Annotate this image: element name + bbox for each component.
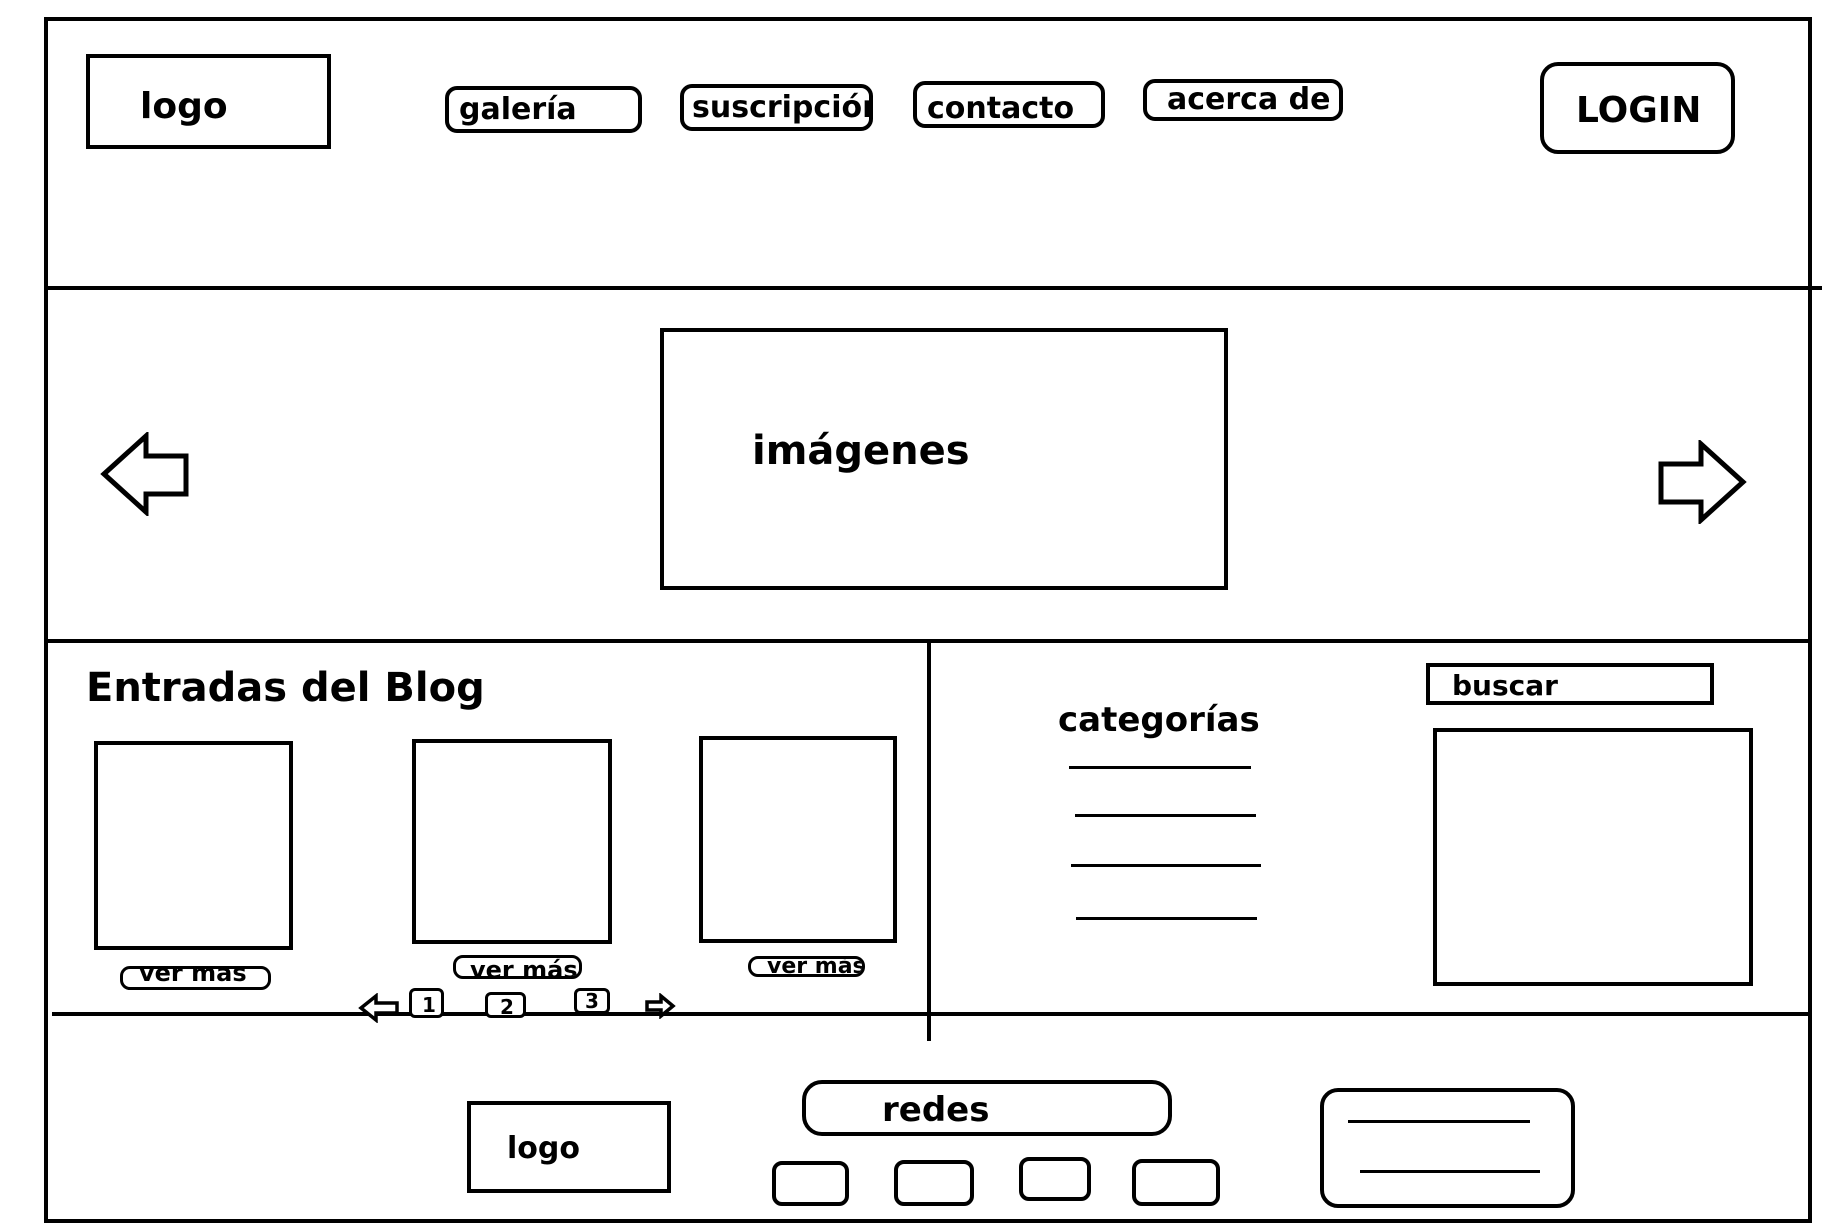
carousel-prev-button[interactable] bbox=[100, 430, 192, 518]
blog-card-1-more-button[interactable]: ver más bbox=[120, 966, 271, 990]
blog-card-2-more-label: ver más bbox=[470, 956, 578, 979]
login-label: LOGIN bbox=[1576, 90, 1702, 131]
header-logo[interactable]: logo bbox=[86, 54, 331, 149]
search-results-box bbox=[1433, 728, 1753, 986]
social-link-1[interactable] bbox=[772, 1161, 849, 1206]
category-item-4[interactable] bbox=[1076, 917, 1257, 920]
search-input-label: buscar bbox=[1452, 669, 1558, 702]
pagination-prev-button[interactable] bbox=[358, 992, 400, 1024]
nav-suscripcion-label: suscripción bbox=[692, 90, 873, 125]
search-input[interactable]: buscar bbox=[1426, 663, 1714, 705]
nav-galeria-label: galería bbox=[459, 92, 577, 127]
footer-info-line-1 bbox=[1348, 1120, 1530, 1123]
carousel-image-label: imágenes bbox=[752, 428, 970, 474]
pagination-page-1[interactable]: 1 bbox=[409, 988, 444, 1018]
pagination-page-1-label: 1 bbox=[422, 993, 436, 1017]
login-button[interactable]: LOGIN bbox=[1540, 62, 1735, 154]
pagination-page-3-label: 3 bbox=[585, 989, 599, 1013]
right-arrow-icon bbox=[645, 992, 676, 1020]
carousel-image: imágenes bbox=[660, 328, 1228, 590]
categories-title: categorías bbox=[1058, 700, 1260, 740]
social-link-3[interactable] bbox=[1019, 1157, 1091, 1201]
pagination-page-3[interactable]: 3 bbox=[574, 988, 610, 1014]
footer-info-box bbox=[1320, 1088, 1575, 1208]
left-arrow-icon bbox=[358, 992, 399, 1024]
nav-acerca-button[interactable]: acerca de bbox=[1143, 79, 1343, 121]
blog-card-1[interactable] bbox=[94, 741, 293, 950]
blog-card-3-more-button[interactable]: ver más bbox=[748, 956, 865, 977]
nav-contacto-label: contacto bbox=[927, 91, 1075, 126]
category-item-2[interactable] bbox=[1075, 814, 1256, 817]
footer-logo[interactable]: logo bbox=[467, 1101, 671, 1193]
blog-title: Entradas del Blog bbox=[86, 665, 485, 711]
header-logo-label: logo bbox=[140, 86, 228, 127]
social-link-4[interactable] bbox=[1132, 1159, 1220, 1206]
content-column-divider bbox=[927, 641, 931, 1041]
footer-divider bbox=[52, 1012, 1812, 1016]
social-heading-box: redes bbox=[802, 1080, 1172, 1136]
header-divider bbox=[44, 286, 1822, 290]
left-arrow-icon bbox=[100, 430, 189, 518]
carousel-next-button[interactable] bbox=[1655, 438, 1747, 526]
footer-logo-label: logo bbox=[507, 1131, 580, 1166]
page-frame bbox=[44, 17, 1812, 1223]
blog-card-3[interactable] bbox=[699, 736, 897, 943]
nav-suscripcion-button[interactable]: suscripción bbox=[680, 84, 873, 131]
blog-card-2-more-button[interactable]: ver más bbox=[453, 955, 582, 979]
footer-info-line-2 bbox=[1360, 1170, 1540, 1173]
blog-card-1-more-label: ver más bbox=[139, 966, 247, 987]
blog-card-3-more-label: ver más bbox=[767, 956, 865, 977]
pagination-next-button[interactable] bbox=[644, 992, 676, 1020]
social-link-2[interactable] bbox=[894, 1160, 974, 1206]
nav-acerca-label: acerca de bbox=[1167, 82, 1331, 117]
right-arrow-icon bbox=[1658, 438, 1747, 526]
nav-contacto-button[interactable]: contacto bbox=[913, 81, 1105, 128]
category-item-1[interactable] bbox=[1069, 766, 1251, 769]
pagination-page-2[interactable]: 2 bbox=[485, 992, 526, 1018]
social-heading-label: redes bbox=[882, 1090, 990, 1130]
category-item-3[interactable] bbox=[1071, 864, 1261, 867]
pagination-page-2-label: 2 bbox=[500, 995, 514, 1018]
nav-galeria-button[interactable]: galería bbox=[445, 86, 642, 133]
blog-card-2[interactable] bbox=[412, 739, 612, 944]
